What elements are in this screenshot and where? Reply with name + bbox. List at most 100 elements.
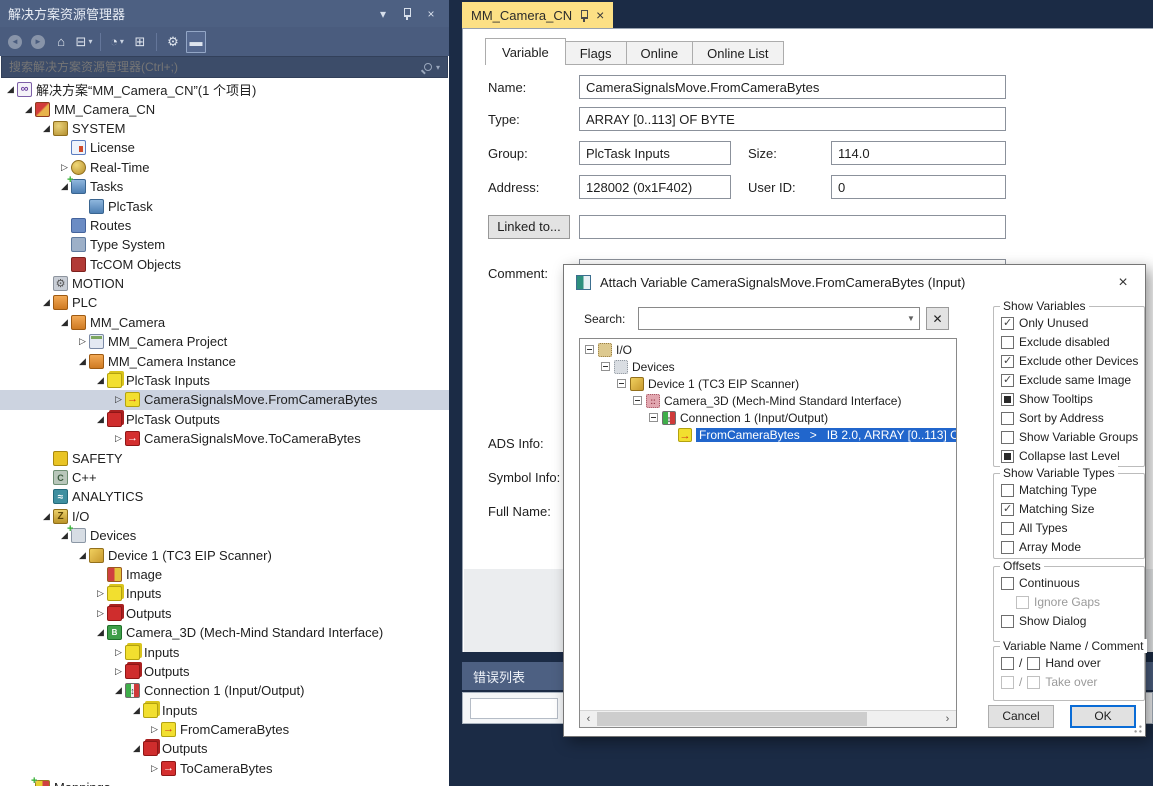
preview-toggle-icon[interactable]: ▬ xyxy=(186,31,206,53)
tree-item[interactable]: ≈ANALYTICS xyxy=(0,487,449,506)
expander-icon[interactable]: ▷ xyxy=(94,608,107,619)
checkbox-item[interactable]: Exclude disabled xyxy=(1001,333,1144,351)
expander-icon[interactable]: ◢ xyxy=(4,84,17,95)
dialog-tree-item[interactable]: I/O xyxy=(580,341,956,358)
dialog-tree-item[interactable]: ↕Connection 1 (Input/Output) xyxy=(580,409,956,426)
name-field[interactable] xyxy=(579,75,1006,99)
expander-icon[interactable]: ◢ xyxy=(76,356,89,367)
checkbox[interactable] xyxy=(1027,657,1040,670)
tree-item[interactable]: ◢BCamera_3D (Mech-Mind Standard Interfac… xyxy=(0,623,449,642)
dialog-search-input[interactable] xyxy=(639,312,903,326)
checkbox-item[interactable]: Matching Type xyxy=(1001,481,1144,499)
expander-icon[interactable]: ▷ xyxy=(112,647,125,658)
tree-item[interactable]: TcCOM Objects xyxy=(0,255,449,274)
expander-icon[interactable]: ▷ xyxy=(76,336,89,347)
expander-icon[interactable]: ▷ xyxy=(148,724,161,735)
tree-item[interactable]: Type System xyxy=(0,235,449,254)
checkbox[interactable] xyxy=(1001,393,1014,406)
checkbox[interactable] xyxy=(1001,336,1014,349)
tree-item[interactable]: ◢PlcTask Outputs xyxy=(0,410,449,429)
tree-item[interactable]: ▷Inputs xyxy=(0,584,449,603)
checkbox[interactable] xyxy=(1001,522,1014,535)
dialog-tree-item[interactable]: →FromCameraBytes>IB 2.0, ARRAY [0..113] … xyxy=(580,426,956,443)
checkbox[interactable] xyxy=(1001,374,1014,387)
checkbox-item[interactable]: Array Mode xyxy=(1001,538,1144,556)
expander-icon[interactable]: ◢ xyxy=(40,511,53,522)
clear-search-button[interactable]: ✕ xyxy=(926,307,949,330)
size-field[interactable] xyxy=(831,141,1006,165)
tree-item[interactable]: SAFETY xyxy=(0,448,449,467)
checkbox[interactable] xyxy=(1001,355,1014,368)
checkbox[interactable] xyxy=(1001,317,1014,330)
ok-button[interactable]: OK xyxy=(1070,705,1136,728)
checkbox[interactable] xyxy=(1001,484,1014,497)
scroll-right-icon[interactable]: › xyxy=(939,711,956,727)
checkbox-item[interactable]: Only Unused xyxy=(1001,314,1144,332)
tree-item[interactable]: ◢Inputs xyxy=(0,701,449,720)
tree-item[interactable]: Routes xyxy=(0,216,449,235)
dialog-tree-item[interactable]: ::Camera_3D (Mech-Mind Standard Interfac… xyxy=(580,392,956,409)
dialog-tree-item[interactable]: Devices xyxy=(580,358,956,375)
pin-icon[interactable] xyxy=(397,4,417,24)
dialog-tree-item[interactable]: Device 1 (TC3 EIP Scanner) xyxy=(580,375,956,392)
back-icon[interactable]: ◄ xyxy=(5,31,25,53)
tree-item[interactable]: ◢SYSTEM xyxy=(0,119,449,138)
linked-to-button[interactable]: Linked to... xyxy=(488,215,570,239)
expander-icon[interactable]: ▷ xyxy=(94,588,107,599)
expander-icon[interactable]: ◢ xyxy=(112,685,125,696)
tree-item[interactable]: License xyxy=(0,138,449,157)
history-icon[interactable]: ◔▾ xyxy=(107,31,127,53)
selected-variable[interactable]: FromCameraBytes>IB 2.0, ARRAY [0..113] O… xyxy=(696,428,956,442)
scrollbar-thumb[interactable] xyxy=(597,712,867,726)
collapse-all-icon[interactable]: ⊟▾ xyxy=(74,31,94,53)
tab-close-icon[interactable]: × xyxy=(596,7,604,23)
expander-icon[interactable]: ▷ xyxy=(112,666,125,677)
tree-item[interactable]: ◢PlcTask Inputs xyxy=(0,371,449,390)
combo-dropdown-icon[interactable]: ▼ xyxy=(903,314,919,323)
tree-item[interactable]: ◢Tasks xyxy=(0,177,449,196)
checkbox-item[interactable]: Sort by Address xyxy=(1001,409,1144,427)
tree-item[interactable]: ▷→CameraSignalsMove.ToCameraBytes xyxy=(0,429,449,448)
tab-online-list[interactable]: Online List xyxy=(693,41,783,65)
tree-item[interactable]: ▷Outputs xyxy=(0,662,449,681)
tree-item[interactable]: ▷Outputs xyxy=(0,604,449,623)
dialog-titlebar[interactable]: Attach Variable CameraSignalsMove.FromCa… xyxy=(564,265,1145,299)
expander-icon[interactable]: ◢ xyxy=(94,375,107,386)
expander-icon[interactable]: ◢ xyxy=(76,550,89,561)
checkbox[interactable] xyxy=(1001,450,1014,463)
document-tab[interactable]: MM_Camera_CN × xyxy=(462,2,613,28)
tree-item[interactable]: ▷Inputs xyxy=(0,642,449,661)
dialog-close-icon[interactable]: × xyxy=(1109,271,1137,294)
collapse-icon[interactable] xyxy=(649,413,658,422)
tab-variable[interactable]: Variable xyxy=(485,38,566,65)
collapse-icon[interactable] xyxy=(617,379,626,388)
checkbox-item[interactable]: Ignore Gaps xyxy=(1016,593,1144,611)
address-field[interactable] xyxy=(579,175,731,199)
tab-flags[interactable]: Flags xyxy=(566,41,627,65)
expander-icon[interactable]: ▷ xyxy=(58,162,71,173)
expander-icon[interactable]: ◢ xyxy=(22,104,35,115)
tree-item[interactable]: ◢↕Connection 1 (Input/Output) xyxy=(0,681,449,700)
window-position-icon[interactable]: ▾ xyxy=(373,4,393,24)
search-options-chevron-icon[interactable]: ▾ xyxy=(436,63,440,72)
expander-icon[interactable]: ◢ xyxy=(94,627,107,638)
expander-icon[interactable]: ◢ xyxy=(40,297,53,308)
checkbox-item[interactable]: Show Dialog xyxy=(1001,612,1144,630)
user-id-field[interactable] xyxy=(831,175,1006,199)
properties-icon[interactable]: ⚙ xyxy=(163,31,183,53)
expander-icon[interactable]: ◢ xyxy=(130,743,143,754)
tree-item[interactable]: ▷MM_Camera Project xyxy=(0,332,449,351)
checkbox[interactable] xyxy=(1001,615,1014,628)
type-field[interactable] xyxy=(579,107,1006,131)
checkbox-item[interactable]: /Take over xyxy=(1001,673,1144,691)
expander-icon[interactable]: ◢ xyxy=(94,414,107,425)
checkbox-item[interactable]: All Types xyxy=(1001,519,1144,537)
tree-item[interactable]: ◢∞解决方案“MM_Camera_CN”(1 个项目) xyxy=(0,80,449,99)
tab-pin-icon[interactable] xyxy=(579,9,589,22)
expander-icon[interactable]: ◢ xyxy=(58,317,71,328)
collapse-icon[interactable] xyxy=(601,362,610,371)
expander-icon[interactable]: ◢ xyxy=(40,123,53,134)
tree-item[interactable]: ◢Outputs xyxy=(0,739,449,758)
checkbox-item[interactable]: Exclude same Image xyxy=(1001,371,1144,389)
tree-item[interactable]: ▷→ToCameraBytes xyxy=(0,759,449,778)
